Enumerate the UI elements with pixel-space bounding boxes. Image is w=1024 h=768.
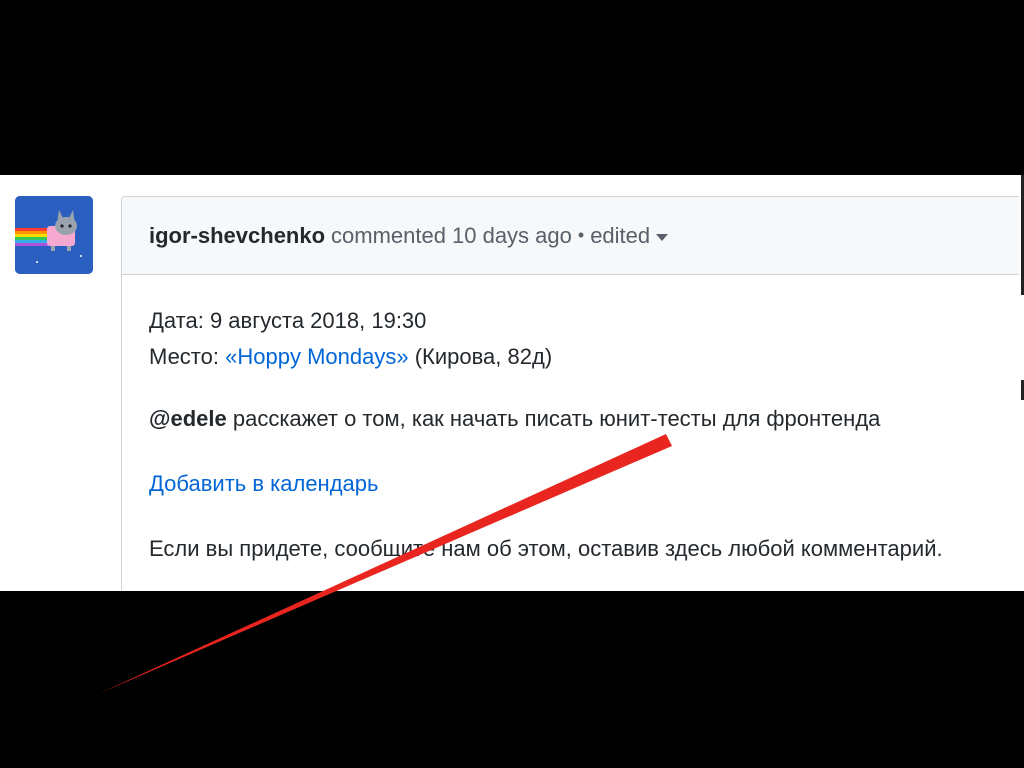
add-to-calendar-link[interactable]: Добавить в календарь [149,471,378,496]
author-link[interactable]: igor-shevchenko [149,223,325,249]
footer-line: Если вы придете, сообщите нам об этом, о… [149,531,1015,567]
place-line: Место: «Hoppy Mondays» (Кирова, 82д) [149,339,1015,375]
window-edge [1019,175,1024,591]
comment-action: commented [331,222,446,248]
announcement-line: @edele расскажет о том, как начать писат… [149,401,1015,437]
announcement-text: расскажет о том, как начать писать юнит-… [232,406,881,431]
edited-label: edited [590,222,651,248]
footer-text: Если вы придете, сообщите нам об этом, о… [149,536,943,561]
place-label: Место: [149,344,219,369]
comment-box: igor-shevchenko commented 10 days ago • … [121,196,1024,591]
calendar-line: Добавить в календарь [149,466,1015,502]
user-mention[interactable]: @edele [149,406,227,431]
edited-dropdown[interactable]: edited [590,222,669,249]
comment-timestamp[interactable]: 10 days ago [452,223,572,249]
user-avatar[interactable] [15,196,93,274]
date-line: Дата: 9 августа 2018, 19:30 [149,303,1015,339]
date-label: Дата: [149,308,204,333]
comment-header: igor-shevchenko commented 10 days ago • … [122,197,1024,275]
octocat-avatar-icon [15,196,93,274]
slide: igor-shevchenko commented 10 days ago • … [0,0,1024,768]
place-link[interactable]: «Hoppy Mondays» [225,344,408,369]
caret-down-icon [656,233,669,241]
header-separator: • [577,225,585,245]
github-comment-screenshot: igor-shevchenko commented 10 days ago • … [0,175,1024,591]
date-value: 9 августа 2018, 19:30 [209,308,427,333]
comment-body: Дата: 9 августа 2018, 19:30 Место: «Hopp… [122,275,1024,567]
place-address: (Кирова, 82д) [414,344,553,369]
